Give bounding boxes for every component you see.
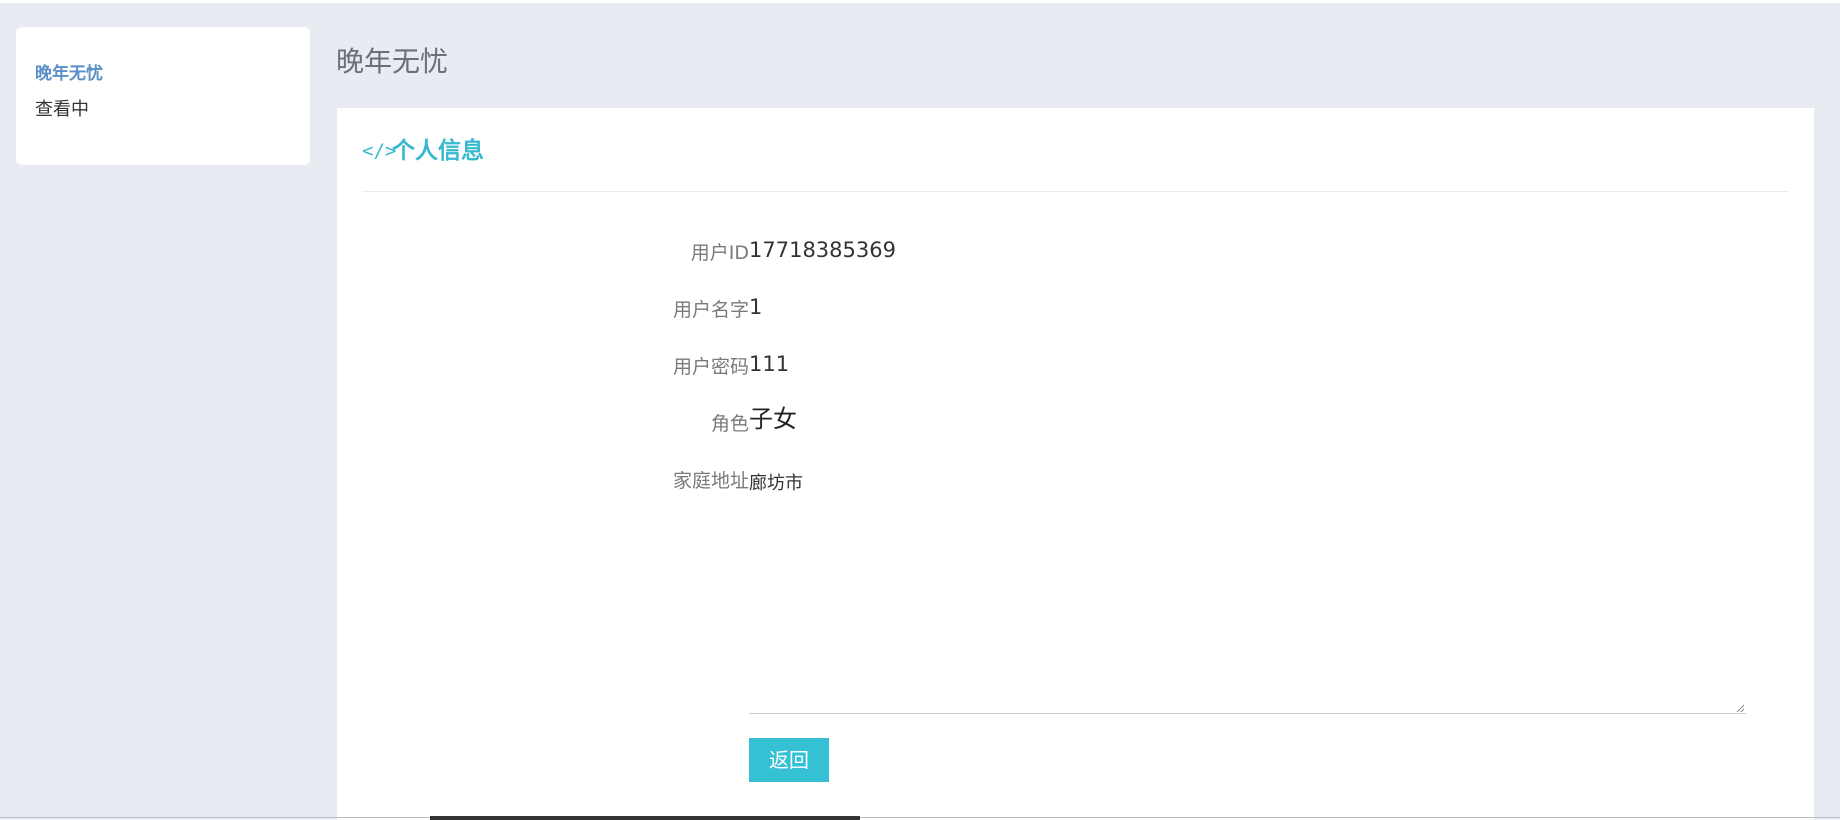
- user-id-value: 17718385369: [749, 238, 896, 262]
- address-value: 廊坊市: [749, 473, 803, 494]
- field-label: 用户ID: [690, 242, 749, 264]
- page-title: 晚年无忧: [336, 45, 449, 78]
- back-button[interactable]: 返回: [749, 738, 829, 782]
- top-edge: [0, 0, 1840, 3]
- resize-handle-icon[interactable]: [1735, 703, 1745, 713]
- field-label: 家庭地址: [672, 470, 749, 492]
- address-textarea[interactable]: [749, 462, 1746, 714]
- user-password-value: 111: [749, 352, 790, 376]
- horizontal-scrollbar-thumb[interactable]: [430, 816, 860, 820]
- role-value: 子女: [749, 405, 797, 433]
- field-row-user-password: 用户密码 111: [337, 346, 1814, 386]
- field-label: 用户密码: [672, 356, 749, 378]
- card-title: 个人信息: [392, 138, 484, 164]
- field-row-role: 角色 子女: [337, 403, 1814, 443]
- sidebar-status-text: 查看中: [35, 99, 89, 120]
- sidebar: 晚年无忧 查看中: [16, 27, 310, 165]
- card-header: </> 个人信息: [362, 134, 1789, 192]
- field-row-user-name: 用户名字 1: [337, 289, 1814, 329]
- user-name-value: 1: [749, 295, 763, 319]
- sidebar-brand-link[interactable]: 晚年无忧: [35, 62, 310, 98]
- field-label: 角色: [710, 413, 749, 435]
- window-bottom-edge: [0, 817, 1840, 818]
- field-label: 用户名字: [672, 299, 749, 321]
- profile-card: </> 个人信息 用户ID 17718385369 用户名字 1 用户密码 11…: [337, 108, 1814, 820]
- field-row-user-id: 用户ID 17718385369: [337, 232, 1814, 272]
